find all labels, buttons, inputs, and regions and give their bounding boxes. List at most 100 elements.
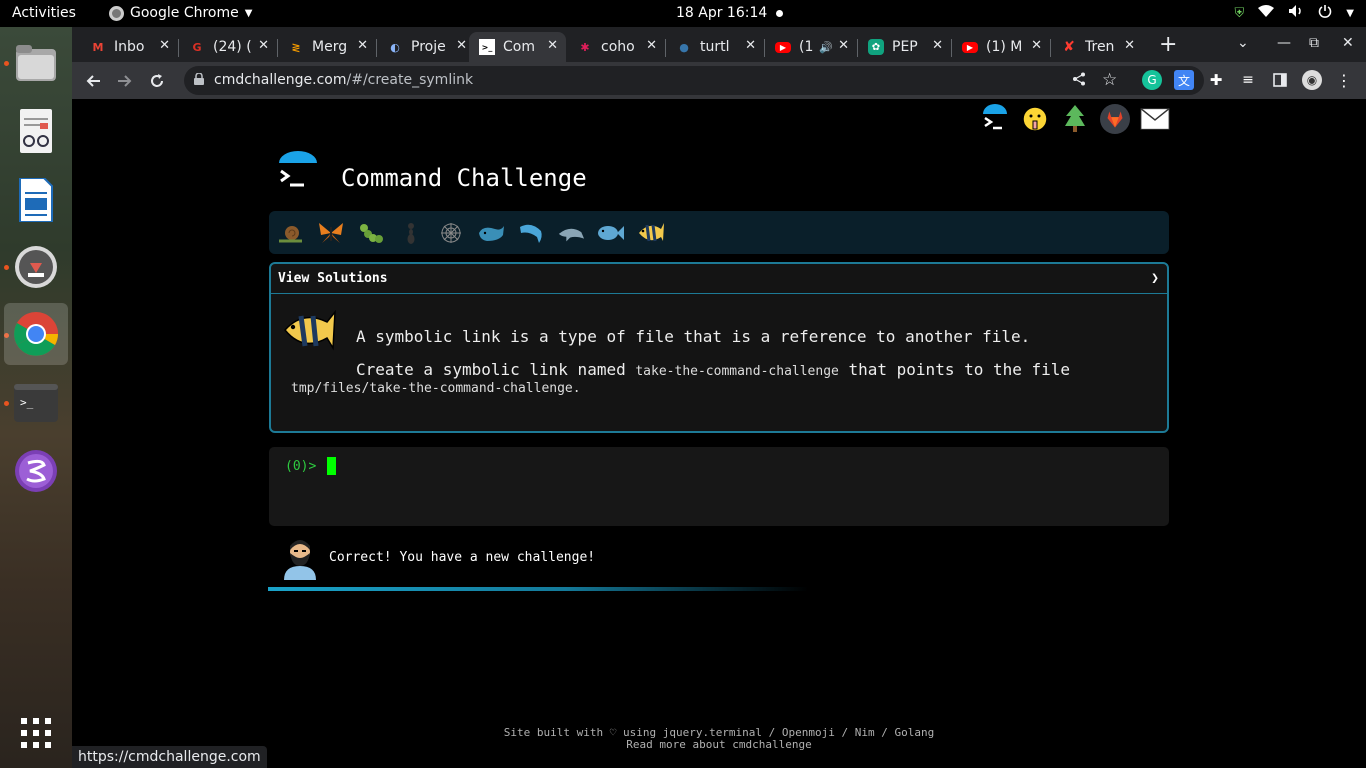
tab-turtle[interactable]: ● turtl ✕ — [666, 32, 764, 62]
fish-icon[interactable] — [597, 219, 625, 247]
files-app-icon[interactable] — [12, 39, 60, 87]
forward-button[interactable] — [112, 68, 138, 94]
spider-web-icon[interactable] — [437, 219, 465, 247]
close-tab-icon[interactable]: ✕ — [547, 38, 558, 53]
email-icon[interactable] — [1140, 103, 1170, 135]
system-tray[interactable]: ⛨ ▼ — [1235, 4, 1354, 22]
youtube-icon: ▶ — [962, 41, 978, 53]
address-bar[interactable]: cmdchallenge.com/#/create_symlink ☆ — [184, 66, 1204, 95]
tab-trending[interactable]: ✘ Tren ✕ — [1051, 32, 1143, 62]
close-tab-icon[interactable]: ✕ — [258, 38, 269, 53]
tab-projects[interactable]: ◐ Proje ✕ — [377, 32, 475, 62]
show-applications-icon[interactable] — [12, 709, 60, 757]
document-viewer-icon[interactable] — [12, 107, 60, 155]
tropical-fish-icon[interactable] — [637, 219, 665, 247]
status-bar-url: https://cmdchallenge.com — [72, 746, 267, 768]
view-solutions-label: View Solutions — [278, 271, 388, 286]
emacs-icon[interactable] — [12, 447, 60, 495]
whale-icon[interactable] — [477, 219, 505, 247]
clock[interactable]: 18 Apr 16:14 — [676, 5, 767, 21]
tree-icon[interactable] — [1060, 103, 1090, 135]
chevron-right-icon: ❯ — [1151, 271, 1159, 286]
url-text[interactable]: cmdchallenge.com/#/create_symlink — [214, 72, 473, 88]
close-tab-icon[interactable]: ✕ — [357, 38, 368, 53]
tab-label: coho — [601, 39, 635, 55]
volume-icon[interactable] — [1288, 4, 1304, 22]
new-tab-button[interactable]: + — [1159, 32, 1177, 57]
close-window-icon[interactable]: ✕ — [1342, 35, 1354, 51]
terminal-app-icon[interactable]: >_ — [12, 379, 60, 427]
view-solutions-toggle[interactable]: View Solutions ❯ — [271, 264, 1167, 294]
close-tab-icon[interactable]: ✕ — [646, 38, 657, 53]
speaker-icon[interactable]: 🔊 — [819, 41, 833, 54]
tab-pep[interactable]: ✿ PEP ✕ — [858, 32, 951, 62]
chrome-menu-icon[interactable]: ⋮ — [1334, 70, 1354, 90]
terminal-logo-icon[interactable] — [980, 103, 1010, 135]
close-tab-icon[interactable]: ✕ — [838, 38, 849, 53]
close-tab-icon[interactable]: ✕ — [932, 38, 943, 53]
gitlab-icon[interactable] — [1100, 103, 1130, 135]
bearded-man-avatar — [284, 540, 316, 580]
merge-icon: ≷ — [291, 40, 301, 54]
close-tab-icon[interactable]: ✕ — [745, 38, 756, 53]
tab-inbox[interactable]: M Inbo ✕ — [80, 32, 178, 62]
libreoffice-writer-icon[interactable] — [12, 176, 60, 224]
page-content: Command Challenge View Solutions ❯ A sym… — [72, 99, 1366, 768]
dolphin-gray-icon[interactable] — [557, 219, 585, 247]
side-panel-icon[interactable] — [1270, 70, 1290, 90]
grammarly-icon: G — [192, 40, 202, 54]
wifi-icon[interactable] — [1258, 4, 1275, 22]
challenge-task: Create a symbolic link named take-the-co… — [356, 360, 1070, 379]
restore-window-icon[interactable]: ⧉ — [1309, 35, 1319, 51]
feedback-message: Correct! You have a new challenge! — [329, 550, 596, 565]
lock-icon[interactable] — [194, 73, 204, 85]
tab-label: Inbo — [114, 39, 145, 55]
slack-icon: ✱ — [580, 40, 590, 54]
tab-command-challenge[interactable]: >_ Com ✕ — [469, 32, 566, 62]
butterfly-icon[interactable] — [317, 219, 345, 247]
tab-cohort[interactable]: ✱ coho ✕ — [567, 32, 665, 62]
power-icon[interactable] — [1318, 4, 1332, 22]
running-indicator — [4, 265, 9, 270]
caterpillar-icon[interactable] — [357, 219, 385, 247]
reload-button[interactable] — [144, 68, 170, 94]
tropical-fish-icon — [284, 309, 336, 351]
snail-icon[interactable] — [277, 219, 305, 247]
shield-icon[interactable]: ⛨ — [1235, 6, 1245, 21]
extensions-puzzle-icon[interactable]: ✚ — [1206, 70, 1226, 90]
translate-extension-icon[interactable]: 文 — [1174, 70, 1194, 90]
media-controls-icon[interactable]: ≡ — [1238, 70, 1258, 90]
shushing-face-icon[interactable] — [1020, 103, 1050, 135]
share-icon[interactable] — [1072, 72, 1086, 90]
grammarly-extension-icon[interactable]: G — [1142, 70, 1162, 90]
ant-icon[interactable] — [397, 219, 425, 247]
close-tab-icon[interactable]: ✕ — [159, 38, 170, 53]
software-updater-icon[interactable] — [12, 243, 60, 291]
close-tab-icon[interactable]: ✕ — [1124, 38, 1135, 53]
browser-toolbar: cmdchallenge.com/#/create_symlink ☆ G 文 … — [72, 62, 1366, 99]
tab-search-icon[interactable]: ⌄ — [1237, 35, 1249, 51]
activities-button[interactable]: Activities — [12, 5, 76, 21]
caret-down-icon[interactable]: ▼ — [1346, 8, 1354, 19]
terminal-input[interactable]: (0)> — [269, 447, 1169, 526]
tab-label: PEP — [892, 39, 918, 55]
close-tab-icon[interactable]: ✕ — [456, 38, 467, 53]
close-tab-icon[interactable]: ✕ — [1031, 38, 1042, 53]
tab-grammarly[interactable]: G (24) ( ✕ — [179, 32, 277, 62]
caret-down-icon: ▼ — [244, 7, 253, 19]
app-menu[interactable]: Google Chrome ▼ — [109, 5, 252, 21]
tab-merge[interactable]: ≷ Merg ✕ — [278, 32, 376, 62]
back-button[interactable] — [80, 68, 106, 94]
profile-avatar[interactable]: ◉ — [1302, 70, 1322, 90]
tab-youtube-1[interactable]: ▶ (1 🔊 ✕ — [765, 32, 857, 62]
bookmark-star-icon[interactable]: ☆ — [1102, 70, 1117, 90]
chrome-app-icon[interactable] — [4, 303, 68, 365]
minimize-window-icon[interactable]: — — [1277, 35, 1291, 51]
command-challenge-logo[interactable] — [278, 151, 318, 191]
tab-label: Proje — [411, 39, 446, 55]
system-top-bar: Activities Google Chrome ▼ 18 Apr 16:14 … — [0, 0, 1366, 27]
dolphin-icon[interactable] — [517, 219, 545, 247]
dock: >_ — [0, 27, 72, 768]
tab-youtube-2[interactable]: ▶ (1) M ✕ — [952, 32, 1050, 62]
python-icon: ● — [679, 40, 689, 54]
